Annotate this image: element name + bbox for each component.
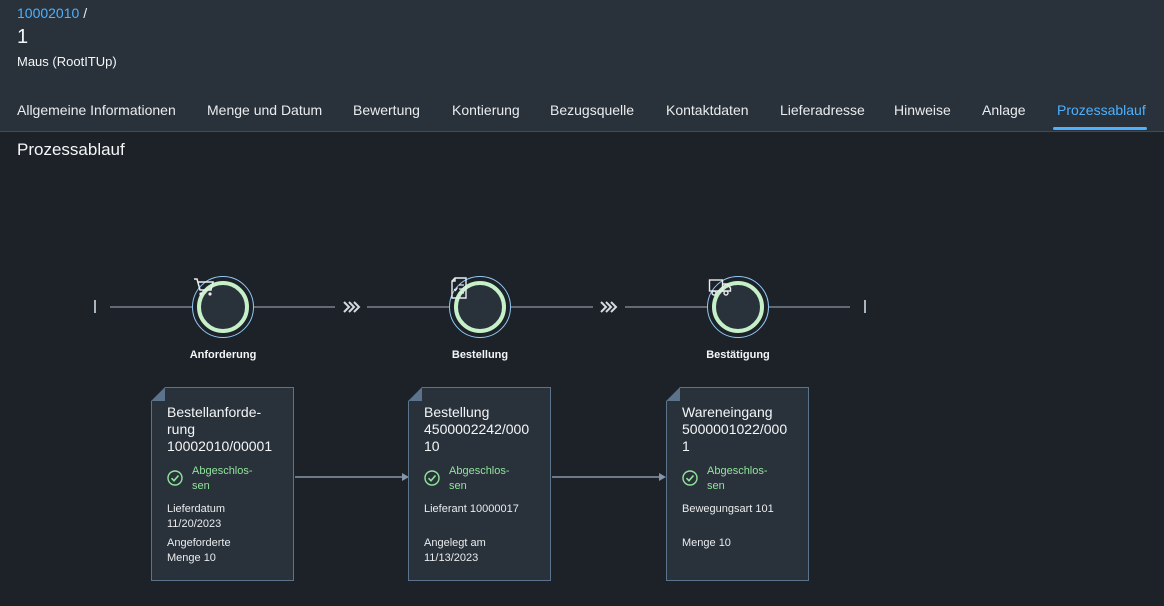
lane-chevron-icon (343, 301, 361, 313)
process-flow: Anforderung Bestellung Bestätigung Beste… (0, 0, 1164, 606)
lane-label-anforderung: Anforderung (189, 349, 257, 361)
lane-node-bestaetigung[interactable] (707, 276, 769, 338)
card-corner-cut (151, 387, 165, 401)
card-corner-cut (666, 387, 680, 401)
lane-label-bestellung: Bestellung (451, 349, 509, 361)
card-detail-2: Angelegt am 11/13/2023 (424, 537, 486, 564)
lane-label-bestaetigung: Bestätigung (706, 349, 770, 361)
card-detail-1: Lieferdatum 11/20/2023 (167, 503, 226, 530)
process-card-bestellung[interactable]: Bestellung 4500002242/000 10 Abgeschlos-… (408, 387, 551, 581)
card-detail-2: Menge 10 (682, 537, 731, 549)
cart-icon (194, 278, 214, 296)
lane-chevron-icon (600, 301, 618, 313)
status-label: Abgeschlos- sen (449, 465, 510, 492)
process-card-wareneingang[interactable]: Wareneingang 5000001022/000 1 Abgeschlos… (666, 387, 809, 581)
status-label: Abgeschlos- sen (192, 465, 253, 492)
check-circle-icon (682, 470, 698, 486)
card-corner-cut (408, 387, 422, 401)
card-title: Wareneingang 5000001022/000 1 (682, 404, 788, 454)
process-card-bestellanforderung[interactable]: Bestellanforde- rung 10002010/00001 Abge… (151, 387, 294, 581)
lane-node-bestellung[interactable] (449, 276, 511, 338)
card-title: Bestellung 4500002242/000 10 (424, 404, 530, 454)
card-detail-2: Angeforderte Menge 10 (167, 537, 231, 564)
status-label: Abgeschlos- sen (707, 465, 768, 492)
card-title: Bestellanforde- rung 10002010/00001 (167, 404, 273, 454)
document-list-icon (451, 277, 467, 299)
card-detail-1: Bewegungsart 101 (682, 503, 774, 515)
truck-icon (708, 279, 732, 296)
check-circle-icon (167, 470, 183, 486)
card-detail-1: Lieferant 10000017 (424, 503, 519, 515)
lane-node-anforderung[interactable] (192, 276, 254, 338)
check-circle-icon (424, 470, 440, 486)
